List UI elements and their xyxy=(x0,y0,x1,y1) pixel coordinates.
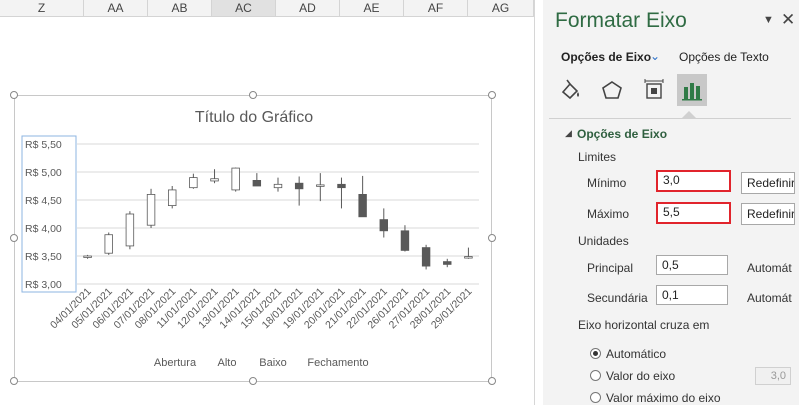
candle-body xyxy=(168,189,177,206)
crosses-auto-label[interactable]: Automático xyxy=(606,347,666,361)
candle-body xyxy=(146,194,156,226)
candle-body xyxy=(210,178,219,182)
chart-title[interactable]: Título do Gráfico xyxy=(195,109,313,126)
legend-entry[interactable]: Baixo xyxy=(259,357,287,369)
close-icon[interactable]: ✕ xyxy=(781,10,795,30)
column-header-z[interactable]: Z xyxy=(0,0,84,16)
y-tick-label: R$ 4,50 xyxy=(25,195,62,207)
minor-auto-button[interactable]: Automát xyxy=(747,291,792,305)
units-label: Unidades xyxy=(578,234,629,248)
y-tick-label: R$ 5,00 xyxy=(25,167,62,179)
legend-entry[interactable]: Fechamento xyxy=(307,357,368,369)
major-unit-label: Principal xyxy=(587,261,634,275)
crosses-value-label[interactable]: Valor do eixo xyxy=(606,369,675,383)
crosses-max-label[interactable]: Valor máximo do eixo xyxy=(606,391,721,405)
candle-body xyxy=(358,194,367,218)
column-header-ac[interactable]: AC xyxy=(212,0,276,16)
crosses-value-input[interactable]: 3,0 xyxy=(755,367,791,385)
pane-title: Formatar Eixo xyxy=(555,9,687,32)
chart-resize-handle[interactable] xyxy=(10,377,18,385)
candle-body xyxy=(273,183,283,189)
chart-resize-handle[interactable] xyxy=(488,234,496,242)
y-tick-label: R$ 3,00 xyxy=(25,279,62,291)
chart-resize-handle[interactable] xyxy=(10,91,18,99)
axis-options-bar-icon[interactable] xyxy=(677,74,707,106)
chevron-down-icon[interactable]: ⌄ xyxy=(650,49,660,63)
section-divider xyxy=(549,118,791,119)
candle-body xyxy=(189,177,198,189)
candle-body xyxy=(294,182,304,190)
y-tick-label: R$ 4,00 xyxy=(25,223,62,235)
minor-unit-label: Secundária xyxy=(587,291,648,305)
column-header-ae[interactable]: AE xyxy=(340,0,404,16)
tab-text-options[interactable]: Opções de Texto xyxy=(679,50,769,64)
effects-pentagon-icon[interactable] xyxy=(597,74,627,106)
collapse-caret-icon[interactable]: ◢ xyxy=(565,128,572,139)
column-header-ag[interactable]: AG xyxy=(468,0,534,16)
max-label: Máximo xyxy=(587,207,630,221)
crosses-value-radio[interactable] xyxy=(590,370,601,381)
vertical-axis-selection[interactable] xyxy=(21,135,77,293)
min-label: Mínimo xyxy=(587,176,627,190)
min-bound-input[interactable]: 3,0 xyxy=(656,170,731,192)
candle-body xyxy=(337,183,346,189)
pane-options-dropdown-icon[interactable]: ▼ xyxy=(763,14,774,26)
candle-body xyxy=(379,219,388,232)
column-header-af[interactable]: AF xyxy=(404,0,468,16)
minor-unit-input[interactable]: 0,1 xyxy=(656,285,728,305)
chart-resize-handle[interactable] xyxy=(249,91,257,99)
column-header-ad[interactable]: AD xyxy=(276,0,340,16)
column-header-ab[interactable]: AB xyxy=(148,0,212,16)
candle-body xyxy=(421,247,431,267)
major-auto-button[interactable]: Automát xyxy=(747,261,792,275)
candle-body xyxy=(104,234,113,254)
crosses-auto-radio[interactable] xyxy=(590,348,601,359)
max-bound-input[interactable]: 5,5 xyxy=(656,202,731,224)
candle-body xyxy=(231,167,240,191)
tab-axis-options[interactable]: Opções de Eixo xyxy=(561,50,651,64)
legend-entry[interactable]: Alto xyxy=(218,357,237,369)
candlestick-chart[interactable]: Título do Gráfico R$ 5,50 R$ 5,00 R$ 4,50 R… xyxy=(14,95,492,382)
chart-plot: Título do Gráfico R$ 5,50 R$ 5,00 R$ 4,50 R… xyxy=(21,109,479,369)
reset-max-button[interactable]: Redefinir xyxy=(741,203,795,225)
chart-resize-handle[interactable] xyxy=(10,234,18,242)
limits-label: Limites xyxy=(578,150,617,164)
format-axis-pane: Formatar Eixo ▼ ✕ Opções de Eixo ⌄ Opçõe… xyxy=(534,0,806,405)
worksheet[interactable]: Z AA AB AC AD AE AF AG Título do Gráfico… xyxy=(0,0,534,405)
candle-body xyxy=(464,256,473,259)
chart-resize-handle[interactable] xyxy=(488,91,496,99)
pane-scrollbar[interactable] xyxy=(799,0,806,405)
legend-entry[interactable]: Abertura xyxy=(154,357,197,369)
crosses-max-radio[interactable] xyxy=(590,392,601,403)
major-unit-input[interactable]: 0,5 xyxy=(656,255,728,275)
size-properties-icon[interactable] xyxy=(639,74,669,106)
section-axis-options-title[interactable]: Opções de Eixo xyxy=(577,127,667,141)
active-tab-pointer xyxy=(682,111,696,118)
candle-body xyxy=(83,255,92,258)
column-header-aa[interactable]: AA xyxy=(84,0,148,16)
y-tick-label: R$ 3,50 xyxy=(25,251,62,263)
candle-body xyxy=(125,213,135,247)
candle-body xyxy=(443,261,452,265)
candle-body xyxy=(252,180,262,187)
column-header-row: Z AA AB AC AD AE AF AG xyxy=(0,0,534,17)
candle-body xyxy=(316,184,325,187)
horizontal-axis-crosses-label: Eixo horizontal cruza em xyxy=(578,318,710,332)
chart-resize-handle[interactable] xyxy=(249,377,257,385)
y-tick-label: R$ 5,50 xyxy=(25,139,62,151)
fill-line-icon[interactable] xyxy=(555,74,585,106)
chart-resize-handle[interactable] xyxy=(488,377,496,385)
reset-min-button[interactable]: Redefinir xyxy=(741,172,795,194)
candle-body xyxy=(400,230,410,251)
